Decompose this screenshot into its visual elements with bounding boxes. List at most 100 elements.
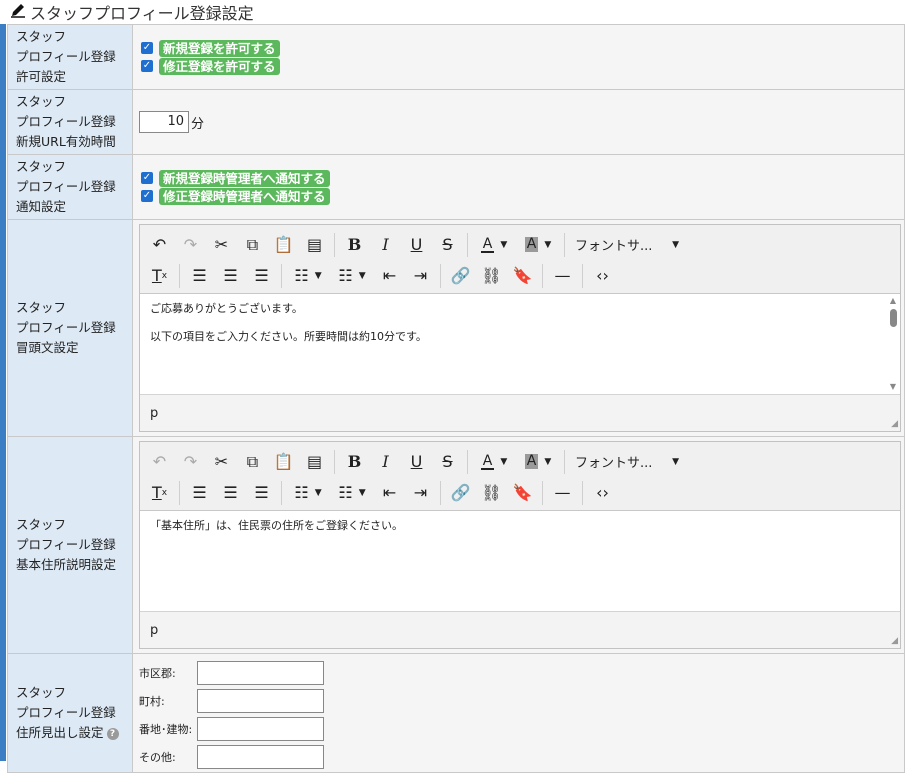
strikethrough-icon[interactable]: S bbox=[432, 232, 463, 258]
help-icon[interactable]: ? bbox=[106, 727, 119, 740]
paste-icon[interactable]: 📋 bbox=[268, 232, 299, 258]
checkbox-checked-icon[interactable]: ✓ bbox=[141, 190, 153, 202]
clear-format-icon[interactable]: Tx bbox=[144, 480, 175, 506]
redo-icon[interactable]: ↷ bbox=[175, 449, 206, 475]
editor-statusbar: p ◢ bbox=[140, 394, 900, 431]
bold-icon[interactable]: B bbox=[339, 232, 370, 258]
element-path[interactable]: p bbox=[150, 406, 158, 421]
copy-icon[interactable]: ⧉ bbox=[237, 232, 268, 258]
numbered-list-icon[interactable]: ☷ ▼ bbox=[330, 263, 374, 289]
copy-icon[interactable]: ⧉ bbox=[237, 449, 268, 475]
editor-statusbar: p ◢ bbox=[140, 611, 900, 648]
checkbox-notify-new[interactable]: ✓ 新規登録時管理者へ通知する bbox=[139, 169, 904, 187]
background-color-icon[interactable]: A ▼ bbox=[516, 232, 560, 258]
font-size-dropdown[interactable]: フォントサ... ▼ bbox=[569, 449, 687, 475]
underline-icon[interactable]: U bbox=[401, 232, 432, 258]
align-center-icon[interactable]: ☰ bbox=[215, 263, 246, 289]
bullet-list-icon[interactable]: ☷ ▼ bbox=[286, 480, 330, 506]
checkbox-checked-icon[interactable]: ✓ bbox=[141, 172, 153, 184]
italic-icon[interactable]: I bbox=[370, 449, 401, 475]
row-label: スタッフ プロフィール登録 通知設定 bbox=[7, 154, 133, 220]
undo-icon[interactable]: ↶ bbox=[144, 232, 175, 258]
italic-icon[interactable]: I bbox=[370, 232, 401, 258]
align-left-icon[interactable]: ☰ bbox=[184, 480, 215, 506]
row-label: スタッフ プロフィール登録 新規URL有効時間 bbox=[7, 89, 133, 155]
editor-content[interactable]: ご応募ありがとうございます。 以下の項目をご入力ください。所要時間は約10分です… bbox=[140, 294, 900, 394]
address-desc-editor: ↶ ↷ ✂ ⧉ 📋 ▤ B I U S A ▼ A ▼ フォントサ... ▼ T… bbox=[139, 441, 901, 649]
clear-format-icon[interactable]: Tx bbox=[144, 263, 175, 289]
checkbox-permit-edit[interactable]: ✓ 修正登録を許可する bbox=[139, 57, 904, 75]
checkbox-permit-new[interactable]: ✓ 新規登録を許可する bbox=[139, 39, 904, 57]
unit-label: 分 bbox=[191, 116, 205, 132]
cut-icon[interactable]: ✂ bbox=[206, 232, 237, 258]
checkbox-checked-icon[interactable]: ✓ bbox=[141, 60, 153, 72]
pencil-icon bbox=[10, 2, 26, 22]
address-field-other: その他: bbox=[139, 743, 904, 771]
background-color-icon[interactable]: A ▼ bbox=[516, 449, 560, 475]
chevron-down-icon: ▼ bbox=[672, 456, 679, 467]
checkbox-notify-edit[interactable]: ✓ 修正登録時管理者へ通知する bbox=[139, 187, 904, 205]
url-expiry-input[interactable]: 10 bbox=[139, 111, 189, 133]
scroll-down-icon[interactable]: ▼ bbox=[888, 382, 898, 392]
checkbox-checked-icon[interactable]: ✓ bbox=[141, 42, 153, 54]
redo-icon[interactable]: ↷ bbox=[175, 232, 206, 258]
row-permit: スタッフ プロフィール登録 許可設定 ✓ 新規登録を許可する ✓ 修正登録を許可… bbox=[7, 24, 905, 90]
align-center-icon[interactable]: ☰ bbox=[215, 480, 246, 506]
text-color-icon[interactable]: A ▼ bbox=[472, 449, 516, 475]
scroll-thumb[interactable] bbox=[889, 309, 897, 327]
row-intro: スタッフ プロフィール登録 冒頭文設定 ↶ ↷ ✂ ⧉ 📋 ▤ B I U S … bbox=[7, 219, 905, 437]
text-color-icon[interactable]: A ▼ bbox=[472, 232, 516, 258]
element-path[interactable]: p bbox=[150, 623, 158, 638]
settings-table: スタッフ プロフィール登録 許可設定 ✓ 新規登録を許可する ✓ 修正登録を許可… bbox=[7, 24, 905, 773]
strikethrough-icon[interactable]: S bbox=[432, 449, 463, 475]
row-address-desc: スタッフ プロフィール登録 基本住所説明設定 ↶ ↷ ✂ ⧉ 📋 ▤ B I U… bbox=[7, 436, 905, 654]
underline-icon[interactable]: U bbox=[401, 449, 432, 475]
page-title: スタッフプロフィール登録設定 bbox=[30, 4, 254, 23]
horizontal-rule-icon[interactable]: — bbox=[547, 263, 578, 289]
link-icon[interactable]: 🔗 bbox=[445, 263, 476, 289]
indent-icon[interactable]: ⇥ bbox=[405, 263, 436, 289]
link-icon[interactable]: 🔗 bbox=[445, 480, 476, 506]
align-right-icon[interactable]: ☰ bbox=[246, 263, 277, 289]
other-input[interactable] bbox=[197, 745, 324, 769]
intro-editor: ↶ ↷ ✂ ⧉ 📋 ▤ B I U S A ▼ A ▼ フォントサ... ▼ T… bbox=[139, 224, 901, 432]
town-input[interactable] bbox=[197, 689, 324, 713]
scroll-up-icon[interactable]: ▲ bbox=[888, 296, 898, 306]
scrollbar[interactable]: ▲ ▼ bbox=[888, 296, 898, 392]
paste-text-icon[interactable]: ▤ bbox=[299, 232, 330, 258]
option-label: 修正登録時管理者へ通知する bbox=[159, 187, 330, 205]
city-input[interactable] bbox=[197, 661, 324, 685]
source-code-icon[interactable]: ‹› bbox=[587, 480, 618, 506]
bold-icon[interactable]: B bbox=[339, 449, 370, 475]
bullet-list-icon[interactable]: ☷ ▼ bbox=[286, 263, 330, 289]
bookmark-icon[interactable]: 🔖 bbox=[507, 263, 538, 289]
outdent-icon[interactable]: ⇤ bbox=[374, 480, 405, 506]
unlink-icon[interactable]: ⛓ bbox=[476, 480, 507, 506]
outdent-icon[interactable]: ⇤ bbox=[374, 263, 405, 289]
resize-handle-icon[interactable]: ◢ bbox=[891, 419, 898, 429]
address-field-town: 町村: bbox=[139, 687, 904, 715]
option-label: 新規登録を許可する bbox=[159, 39, 280, 57]
resize-handle-icon[interactable]: ◢ bbox=[891, 636, 898, 646]
font-size-dropdown[interactable]: フォントサ... ▼ bbox=[569, 232, 687, 258]
option-label: 新規登録時管理者へ通知する bbox=[159, 169, 330, 187]
numbered-list-icon[interactable]: ☷ ▼ bbox=[330, 480, 374, 506]
source-code-icon[interactable]: ‹› bbox=[587, 263, 618, 289]
chevron-down-icon: ▼ bbox=[672, 239, 679, 250]
editor-toolbar: ↶ ↷ ✂ ⧉ 📋 ▤ B I U S A ▼ A ▼ フォントサ... ▼ T… bbox=[140, 225, 900, 294]
address-field-street: 番地･建物: bbox=[139, 715, 904, 743]
paste-text-icon[interactable]: ▤ bbox=[299, 449, 330, 475]
cut-icon[interactable]: ✂ bbox=[206, 449, 237, 475]
editor-content[interactable]: 「基本住所」は、住民票の住所をご登録ください。 bbox=[140, 511, 900, 611]
indent-icon[interactable]: ⇥ bbox=[405, 480, 436, 506]
align-left-icon[interactable]: ☰ bbox=[184, 263, 215, 289]
editor-toolbar: ↶ ↷ ✂ ⧉ 📋 ▤ B I U S A ▼ A ▼ フォントサ... ▼ T… bbox=[140, 442, 900, 511]
street-input[interactable] bbox=[197, 717, 324, 741]
align-right-icon[interactable]: ☰ bbox=[246, 480, 277, 506]
horizontal-rule-icon[interactable]: — bbox=[547, 480, 578, 506]
paste-icon[interactable]: 📋 bbox=[268, 449, 299, 475]
bookmark-icon[interactable]: 🔖 bbox=[507, 480, 538, 506]
unlink-icon[interactable]: ⛓ bbox=[476, 263, 507, 289]
row-label: スタッフ プロフィール登録 基本住所説明設定 bbox=[7, 436, 133, 654]
undo-icon[interactable]: ↶ bbox=[144, 449, 175, 475]
